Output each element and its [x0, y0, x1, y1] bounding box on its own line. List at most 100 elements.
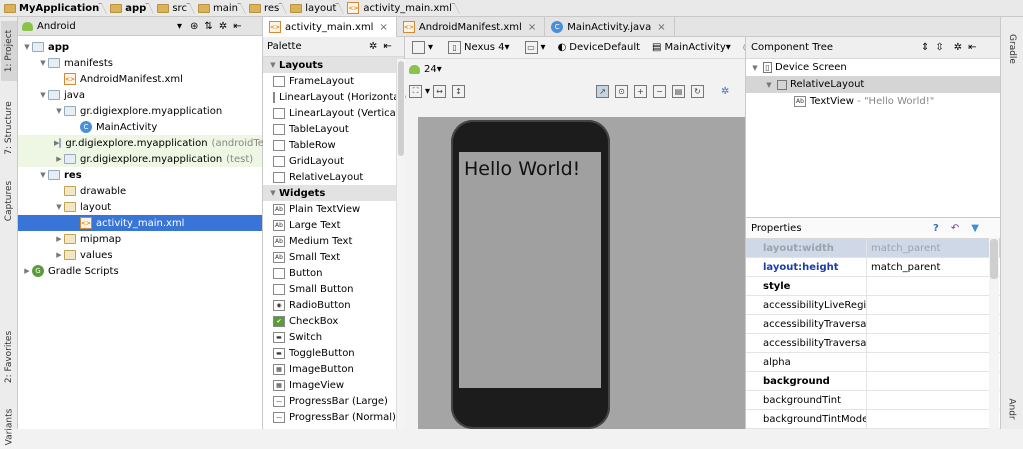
property-row[interactable]: backgroundTint	[746, 391, 1000, 410]
palette-item[interactable]: Small Button	[263, 281, 404, 297]
property-value[interactable]	[867, 410, 871, 428]
close-icon[interactable]: ×	[528, 22, 536, 33]
variants-tool-tab[interactable]: Variants	[1, 405, 17, 449]
horizontal-fill-icon[interactable]: ↔	[433, 84, 447, 98]
close-icon[interactable]: ×	[657, 22, 665, 33]
expand-arrow-icon[interactable]: ▼	[38, 59, 48, 67]
gear-icon[interactable]: ✲	[369, 41, 377, 52]
collapse-icon[interactable]: ⇅	[204, 21, 212, 32]
palette-item[interactable]: — ProgressBar (Large)	[263, 393, 404, 409]
breadcrumb-app[interactable]: app	[108, 0, 155, 17]
collapse-all-icon[interactable]: ⇳	[935, 42, 943, 53]
property-row[interactable]: accessibilityLiveRegion	[746, 296, 1000, 315]
expand-arrow-icon[interactable]: ▼	[764, 81, 774, 89]
palette-category[interactable]: ▼ Widgets	[263, 185, 404, 201]
hello-world-textview[interactable]: Hello World!	[464, 158, 580, 180]
palette-item[interactable]: Ab Large Text	[263, 217, 404, 233]
palette-item[interactable]: ▦ ImageView	[263, 377, 404, 393]
gradle-tool-tab[interactable]: Gradle	[1004, 27, 1020, 71]
hide-icon[interactable]: ⇤	[968, 42, 976, 53]
project-tree-item[interactable]: ▼ manifests	[18, 55, 262, 71]
settings-icon[interactable]: ✲	[721, 86, 729, 97]
palette-item[interactable]: ▦ ImageButton	[263, 361, 404, 377]
palette-item[interactable]: — ProgressBar (Normal)	[263, 409, 404, 425]
project-tree-item[interactable]: ▶ gr.digiexplore.myapplication (test)	[18, 151, 262, 167]
palette-item[interactable]: ▬ Switch	[263, 329, 404, 345]
property-row[interactable]: background	[746, 372, 1000, 391]
tab-android-manifest[interactable]: <> AndroidManifest.xml ×	[397, 17, 546, 37]
palette-item[interactable]: FrameLayout	[263, 73, 404, 89]
zoom-in-icon[interactable]: +	[634, 84, 648, 98]
gear-icon[interactable]: ✲	[954, 42, 962, 53]
property-value[interactable]: match_parent	[867, 239, 940, 257]
palette-item[interactable]: LinearLayout (Vertical)	[263, 105, 404, 121]
collapse-arrow-icon[interactable]: ▼	[267, 189, 279, 197]
undo-icon[interactable]: ↶	[951, 223, 959, 234]
palette-item[interactable]: TableRow	[263, 137, 404, 153]
project-tree-item[interactable]: ▶ mipmap	[18, 231, 262, 247]
property-row[interactable]: alpha	[746, 353, 1000, 372]
project-tree-item[interactable]: ▶ G Gradle Scripts	[18, 263, 262, 279]
expand-arrow-icon[interactable]: ▼	[750, 64, 760, 72]
project-tree-item[interactable]: ▶ values	[18, 247, 262, 263]
property-value[interactable]	[867, 353, 871, 371]
expand-arrow-icon[interactable]: ▶	[54, 251, 64, 259]
expand-arrow-icon[interactable]: ▼	[22, 43, 32, 51]
project-tree-item[interactable]: ▼ gr.digiexplore.myapplication	[18, 103, 262, 119]
palette-item[interactable]: LinearLayout (Horizontal)	[263, 89, 406, 105]
vertical-fill-icon[interactable]: ↕	[452, 84, 466, 98]
expand-arrow-icon[interactable]: ▶	[54, 155, 64, 163]
palette-item[interactable]: Button	[263, 265, 404, 281]
project-tree-item[interactable]: C MainActivity	[18, 119, 262, 135]
layout-file-dropdown[interactable]: ▾	[409, 41, 433, 54]
breadcrumb-myapplication[interactable]: MyApplication	[2, 0, 108, 17]
screenshot-icon[interactable]: ▤	[672, 84, 686, 98]
project-tree-item[interactable]: ▶ gr.digiexplore.myapplication (androidTes…	[18, 135, 277, 151]
project-tree-item[interactable]: <> AndroidManifest.xml	[18, 71, 262, 87]
property-value[interactable]	[867, 296, 871, 314]
properties-scrollbar[interactable]	[989, 238, 999, 429]
tab-main-activity[interactable]: C MainActivity.java ×	[545, 17, 675, 37]
property-row[interactable]: style	[746, 277, 1000, 296]
device-dropdown[interactable]: ▯ Nexus 4 ▾	[445, 41, 510, 54]
breadcrumb-main[interactable]: main	[196, 0, 247, 17]
pan-icon[interactable]: ↗	[596, 84, 610, 98]
project-tree-item[interactable]: <> activity_main.xml	[18, 215, 262, 231]
structure-tool-tab[interactable]: 7: Structure	[1, 91, 17, 165]
palette-category[interactable]: ▼ Layouts	[263, 57, 404, 73]
tree-item-device-screen[interactable]: ▼ ▯ Device Screen	[746, 59, 1000, 76]
expand-arrow-icon[interactable]: ▼	[54, 107, 64, 115]
palette-scrollbar[interactable]	[396, 59, 405, 429]
device-screen[interactable]	[459, 152, 601, 388]
favorites-tool-tab[interactable]: 2: Favorites	[1, 317, 17, 397]
breadcrumb-res[interactable]: res	[247, 0, 288, 17]
property-value[interactable]	[867, 315, 871, 333]
project-tree-item[interactable]: ▼ java	[18, 87, 262, 103]
palette-item[interactable]: GridLayout	[263, 153, 404, 169]
sync-icon[interactable]: ⊛	[190, 21, 198, 32]
tree-item-relativelayout[interactable]: ▼ RelativeLayout	[746, 76, 1000, 93]
property-value[interactable]	[867, 277, 871, 295]
close-icon[interactable]: ×	[379, 22, 387, 33]
expand-arrow-icon[interactable]: ▶	[54, 235, 64, 243]
zoom-actual-icon[interactable]: ⊙	[615, 84, 629, 98]
project-tree-item[interactable]: ▼ res	[18, 167, 262, 183]
hide-icon[interactable]: ⇤	[233, 21, 241, 32]
zoom-out-icon[interactable]: −	[653, 84, 667, 98]
palette-item[interactable]: ✔ CheckBox	[263, 313, 404, 329]
palette-item[interactable]: ▬ ToggleButton	[263, 345, 404, 361]
project-tool-tab[interactable]: 1: Project	[1, 21, 17, 81]
captures-tool-tab[interactable]: Captures	[1, 173, 17, 229]
palette-item[interactable]: RelativeLayout	[263, 169, 404, 185]
breadcrumb-activity-main[interactable]: <> activity_main.xml	[345, 0, 460, 17]
help-icon[interactable]: ?	[933, 223, 939, 234]
scrollbar-thumb[interactable]	[990, 239, 998, 279]
tab-activity-main[interactable]: <> activity_main.xml ×	[263, 17, 397, 37]
property-value[interactable]: match_parent	[867, 258, 940, 276]
expand-arrow-icon[interactable]: ▶	[22, 267, 32, 275]
tree-item-textview[interactable]: Ab TextView - "Hello World!"	[746, 93, 1000, 110]
project-tree-item[interactable]: ▼ layout	[18, 199, 262, 215]
api-dropdown[interactable]: 24 ▾	[409, 64, 442, 75]
expand-arrow-icon[interactable]: ▼	[38, 171, 48, 179]
property-row[interactable]: backgroundTintMode	[746, 410, 1000, 429]
